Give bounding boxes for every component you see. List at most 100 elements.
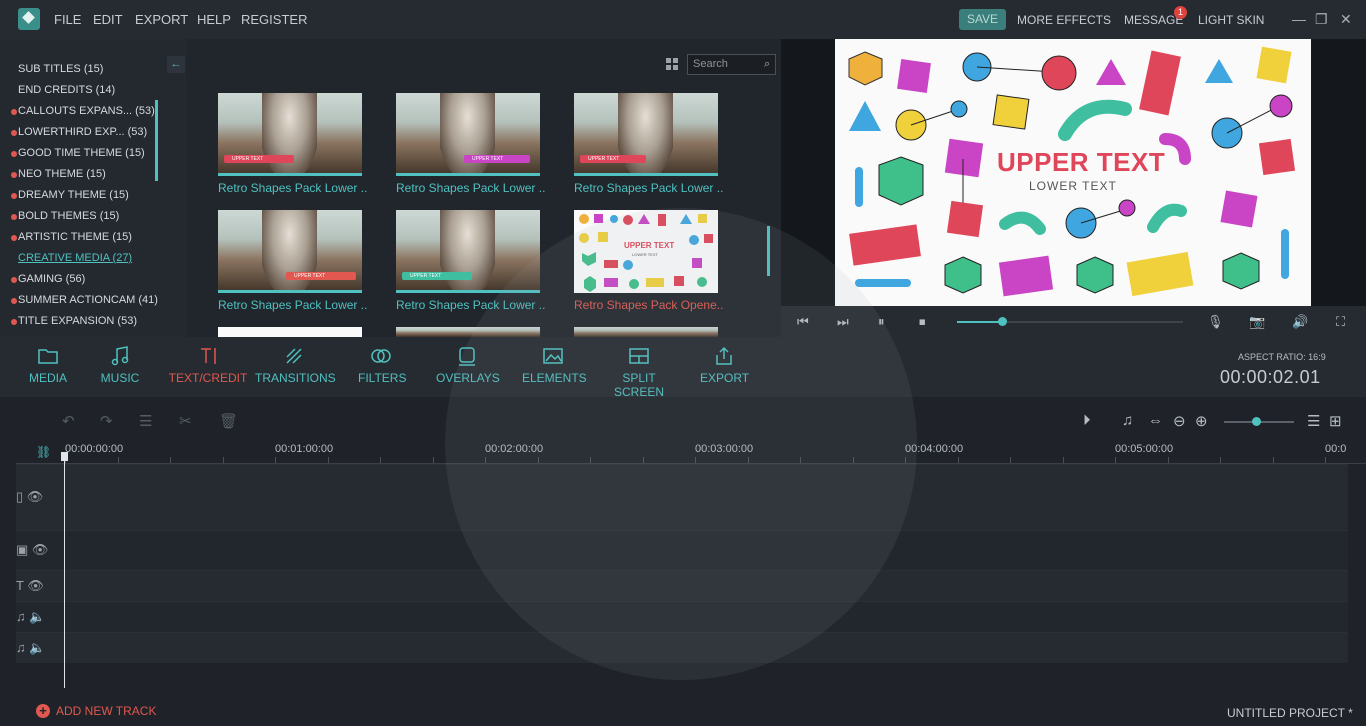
delete-icon[interactable]: 🗑 xyxy=(219,412,238,430)
thumb-9[interactable] xyxy=(574,327,718,337)
category-item[interactable]: ARTISTIC THEME (15) xyxy=(18,231,132,243)
playhead[interactable] xyxy=(64,452,65,688)
thumb-6-label[interactable]: Retro Shapes Pack Opene... xyxy=(574,298,724,312)
thumb-1[interactable]: UPPER TEXT xyxy=(218,93,362,176)
thumb-2-label[interactable]: Retro Shapes Pack Lower ... xyxy=(396,181,546,195)
playback-knob[interactable] xyxy=(998,317,1008,326)
more-effects-link[interactable]: MORE EFFECTS xyxy=(1017,13,1111,27)
app-logo-icon xyxy=(18,8,40,30)
fit-timeline-icon[interactable]: ⇔ xyxy=(1148,412,1163,429)
thumb-7[interactable] xyxy=(218,327,362,337)
minimize-icon[interactable]: — xyxy=(1292,11,1306,27)
thumb-5-label[interactable]: Retro Shapes Pack Lower ... xyxy=(396,298,546,312)
grid-layout-icon[interactable]: ⊞ xyxy=(1329,412,1342,430)
text-credit-tab[interactable]: TEXT/CREDIT xyxy=(168,345,248,385)
video-track-2[interactable] xyxy=(16,530,1348,570)
add-new-track-button[interactable]: + ADD NEW TRACK xyxy=(36,704,156,718)
search-input[interactable]: Search ⌕ xyxy=(687,54,776,75)
skip-back-icon[interactable]: ⏮ xyxy=(797,314,809,330)
category-item[interactable]: DREAMY THEME (15) xyxy=(18,189,129,201)
category-new-dot xyxy=(11,109,17,115)
category-item[interactable]: LOWERTHIRD EXP... (53) xyxy=(18,126,147,138)
volume-icon[interactable]: 🔊 xyxy=(1292,314,1308,330)
stop-icon[interactable]: ⏹ xyxy=(919,314,926,330)
category-scrollbar[interactable] xyxy=(155,100,158,181)
thumb-4[interactable]: UPPER TEXT xyxy=(218,210,362,293)
grid-view-icon[interactable] xyxy=(666,58,678,70)
category-item[interactable]: SUB TITLES (15) xyxy=(18,63,103,75)
menu-file[interactable]: FILE xyxy=(54,12,81,27)
save-button[interactable]: SAVE xyxy=(959,9,1006,30)
export-tab[interactable]: EXPORT xyxy=(700,345,749,385)
thumb-3-label[interactable]: Retro Shapes Pack Lower ... xyxy=(574,181,724,195)
audio-track-2[interactable] xyxy=(16,632,1348,663)
audio-mixer-icon[interactable]: ♫ xyxy=(1122,412,1133,429)
preview-screen[interactable]: UPPER TEXT LOWER TEXT xyxy=(835,39,1311,306)
zoom-out-icon[interactable]: ⊖ xyxy=(1173,412,1186,430)
category-item[interactable]: END CREDITS (14) xyxy=(18,84,115,96)
playback-progress[interactable] xyxy=(957,317,1183,326)
media-scrollbar[interactable] xyxy=(767,226,770,276)
redo-icon[interactable]: ↷ xyxy=(100,412,113,430)
thumb-1-label[interactable]: Retro Shapes Pack Lower ... xyxy=(218,181,368,195)
folder-icon xyxy=(38,349,58,364)
ruler-tick xyxy=(958,457,959,463)
camera-icon[interactable]: 📷 xyxy=(1249,314,1265,330)
overlays-tab[interactable]: OVERLAYS xyxy=(436,345,500,385)
step-forward-icon[interactable]: ⏭ xyxy=(837,314,849,330)
thumb-8[interactable] xyxy=(396,327,540,337)
audio-track-1[interactable] xyxy=(16,601,1348,632)
undo-icon[interactable]: ↶ xyxy=(62,412,75,430)
transitions-tab[interactable]: TRANSITIONS xyxy=(255,345,336,385)
cut-icon[interactable]: ✂ xyxy=(179,412,192,430)
ruler-tick xyxy=(800,457,801,463)
category-item[interactable]: BOLD THEMES (15) xyxy=(18,210,119,222)
ruler-tick xyxy=(328,457,329,463)
list-view-icon[interactable]: ☰ xyxy=(1307,412,1320,430)
ruler-tick xyxy=(1325,457,1326,463)
category-item[interactable]: SUMMER ACTIONCAM (41) xyxy=(18,294,158,306)
zoom-knob[interactable] xyxy=(1252,417,1261,426)
thumb-3[interactable]: UPPER TEXT xyxy=(574,93,718,176)
timecode: 00:00:02.01 xyxy=(1220,367,1321,387)
elements-tab[interactable]: ELEMENTS xyxy=(522,345,587,385)
media-tab[interactable]: MEDIA xyxy=(28,345,68,385)
category-item[interactable]: NEO THEME (15) xyxy=(18,168,106,180)
snap-icon[interactable]: ⛓ xyxy=(36,445,51,459)
text-track[interactable] xyxy=(16,570,1348,601)
thumb-2[interactable]: UPPER TEXT xyxy=(396,93,540,176)
ruler-tick xyxy=(1010,457,1011,463)
back-arrow-icon[interactable]: ← xyxy=(167,56,185,73)
close-icon[interactable]: ✕ xyxy=(1340,11,1352,28)
timeline-ruler[interactable]: ⛓ 00:00:00:00 00:01:00:00 00:02:00:00 00… xyxy=(16,441,1366,464)
video-track-1[interactable] xyxy=(16,464,1348,530)
filters-tab-label: FILTERS xyxy=(358,371,407,385)
adjust-icon[interactable]: ☰ xyxy=(139,412,152,430)
category-item[interactable]: CALLOUTS EXPANS... (53) xyxy=(18,105,155,117)
render-preview-icon[interactable]: ⏵ xyxy=(1083,412,1091,429)
category-item[interactable]: TITLE EXPANSION (53) xyxy=(18,315,137,327)
menu-edit[interactable]: EDIT xyxy=(93,12,123,27)
zoom-in-icon[interactable]: ⊕ xyxy=(1195,412,1208,430)
light-skin-link[interactable]: LIGHT SKIN xyxy=(1198,13,1264,27)
category-item[interactable]: CREATIVE MEDIA (27) xyxy=(18,252,132,264)
filters-tab[interactable]: FILTERS xyxy=(358,345,407,385)
maximize-icon[interactable]: ❐ xyxy=(1315,11,1328,28)
pause-icon[interactable]: ⏸ xyxy=(878,314,885,330)
thumb-4-label[interactable]: Retro Shapes Pack Lower ... xyxy=(218,298,368,312)
search-icon[interactable]: ⌕ xyxy=(764,58,770,71)
main-toolbar: MEDIA MUSIC TEXT/CREDIT TRANSITIONS FILT… xyxy=(0,337,1366,399)
category-new-dot xyxy=(11,319,17,325)
image-icon xyxy=(543,348,563,364)
music-tab[interactable]: MUSIC xyxy=(100,345,140,385)
menu-export[interactable]: EXPORT xyxy=(135,12,188,27)
menu-help[interactable]: HELP xyxy=(197,12,231,27)
fullscreen-icon[interactable]: ⛶ xyxy=(1336,314,1345,330)
microphone-icon[interactable]: 🎙 xyxy=(1207,314,1224,330)
split-screen-tab[interactable]: SPLIT SCREEN xyxy=(599,345,679,399)
category-item[interactable]: GOOD TIME THEME (15) xyxy=(18,147,145,159)
thumb-5[interactable]: UPPER TEXT xyxy=(396,210,540,293)
category-item[interactable]: GAMING (56) xyxy=(18,273,85,285)
thumb-6[interactable]: UPPER TEXT LOWER TEXT xyxy=(574,210,718,293)
menu-register[interactable]: REGISTER xyxy=(241,12,307,27)
